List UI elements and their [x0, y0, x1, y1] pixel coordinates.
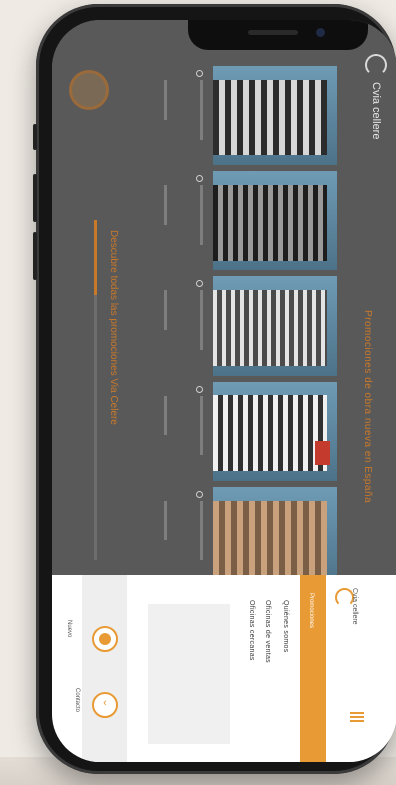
menu-item-about[interactable]: Quiénes somos [282, 600, 289, 653]
promotion-photo[interactable] [213, 276, 337, 376]
promotion-photo[interactable] [213, 486, 337, 587]
menu-logo-text: Cvia cellere [351, 588, 358, 625]
promotion-cards [127, 66, 207, 586]
menu-actions-strip [82, 575, 127, 762]
notch [188, 20, 368, 50]
hamburger-menu-icon[interactable] [350, 710, 364, 724]
volume-up-button [33, 174, 37, 222]
menu-small-label: Nuevo [66, 620, 72, 638]
promotion-photo[interactable] [213, 381, 337, 481]
volume-down-button [33, 232, 37, 280]
site-logo[interactable]: Cvia cellere [365, 54, 387, 139]
silent-switch [33, 124, 37, 150]
carousel-progress [94, 220, 97, 560]
promotion-card[interactable] [127, 276, 207, 375]
menu-placeholder-card [148, 604, 230, 744]
front-camera [316, 28, 325, 37]
promotion-photo[interactable] [213, 171, 337, 271]
page-heading: Promociones de obra nueva en España [362, 310, 373, 504]
contact-label: Contacto [74, 688, 80, 713]
menu-item-nearby-offices[interactable]: Oficinas cercanas [248, 600, 255, 661]
all-promotions-link[interactable]: Descubre todas las promociones Via Celer… [108, 230, 119, 425]
speaker [248, 30, 298, 35]
promotion-card[interactable] [127, 487, 207, 586]
phone-screen: Cvia cellere Promociones de obra nueva e… [52, 20, 396, 762]
chat-button[interactable] [69, 70, 109, 110]
menu-active-tab[interactable]: Promociones [300, 575, 326, 762]
location-icon[interactable] [92, 626, 118, 652]
menu-item-sales-offices[interactable]: Oficinas de ventas [264, 600, 271, 663]
promotion-gallery [213, 66, 337, 587]
promotion-card[interactable] [127, 66, 207, 165]
menu-active-tab-label: Promociones [308, 593, 314, 629]
promotion-card[interactable] [127, 382, 207, 481]
promotion-card[interactable] [127, 171, 207, 270]
menu-logo[interactable]: Cvia cellere [335, 588, 369, 628]
promotion-photo[interactable] [213, 66, 337, 166]
logo-text: Cvia cellere [370, 82, 382, 140]
contact-button[interactable]: ‹ [92, 692, 118, 718]
logo-icon [365, 54, 387, 76]
